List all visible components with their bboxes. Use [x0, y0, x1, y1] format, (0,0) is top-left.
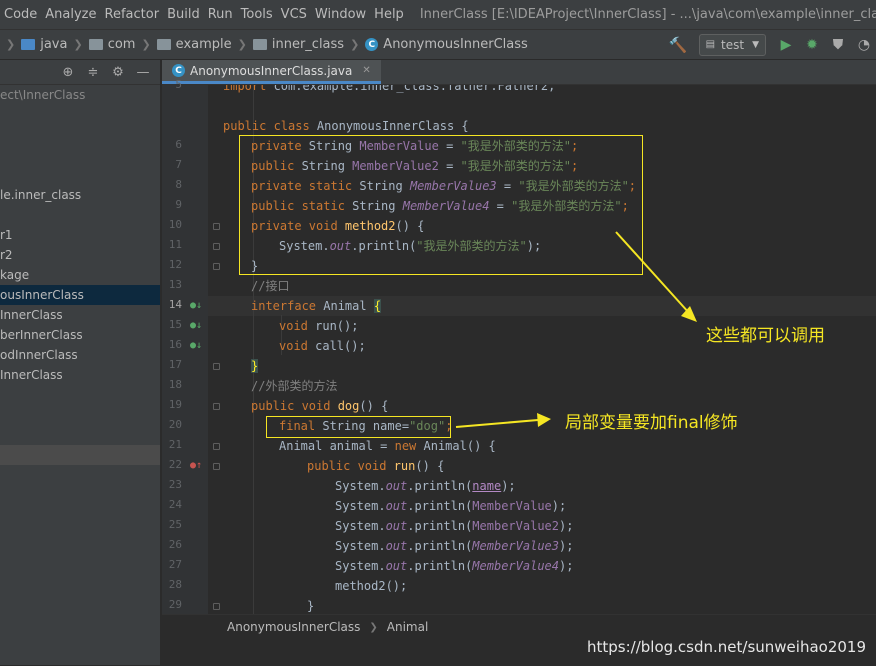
annotation-note-final: 局部变量要加final修饰: [565, 413, 738, 433]
breadcrumb-class-name[interactable]: AnonymousInnerClass: [227, 620, 360, 634]
structure-breadcrumb: AnonymousInnerClass ❯ Animal: [227, 620, 428, 634]
arrow-line-2: [455, 419, 539, 428]
breadcrumb-interface-name[interactable]: Animal: [387, 620, 429, 634]
arrow-head-2: [537, 413, 551, 427]
annotation-note-callable: 这些都可以调用: [706, 326, 825, 346]
editor-breadcrumb-bar: AnonymousInnerClass ❯ Animal https://blo…: [162, 614, 876, 666]
chevron-right-icon: ❯: [369, 621, 378, 633]
watermark: https://blog.csdn.net/sunweihao2019: [587, 638, 866, 656]
arrow-head-1: [681, 306, 697, 322]
arrow-line-1: [615, 231, 691, 315]
